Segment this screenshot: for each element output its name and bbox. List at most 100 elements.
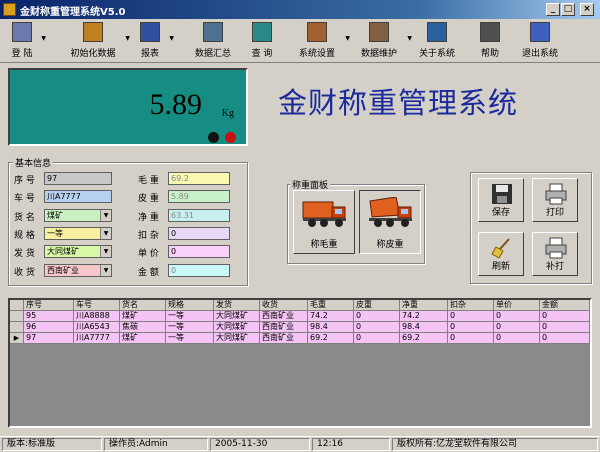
- column-header[interactable]: 发货: [214, 300, 260, 311]
- field-input[interactable]: 69.2: [168, 172, 230, 185]
- column-header[interactable]: 货名: [120, 300, 166, 311]
- column-header[interactable]: 扣杂: [448, 300, 494, 311]
- column-header[interactable]: 序号: [24, 300, 74, 311]
- table-cell[interactable]: 大同煤矿: [214, 311, 260, 322]
- field-select[interactable]: 西南矿业 ▼: [44, 264, 112, 277]
- print-button[interactable]: 打印: [532, 178, 578, 222]
- table-cell[interactable]: 大同煤矿: [214, 322, 260, 333]
- field-select[interactable]: 一等 ▼: [44, 227, 112, 240]
- table-cell[interactable]: 74.2: [400, 311, 448, 322]
- toolbar-button-settings[interactable]: 系统设置 ▼: [290, 21, 350, 61]
- toolbar-button-login[interactable]: 登 陆 ▼: [4, 21, 46, 61]
- chevron-down-icon[interactable]: ▼: [100, 246, 111, 257]
- floppy-disk-icon: [492, 184, 512, 204]
- toolbar-label: 帮助: [480, 49, 499, 59]
- table-cell[interactable]: 一等: [166, 333, 214, 344]
- chevron-down-icon[interactable]: ▼: [100, 228, 111, 239]
- column-header[interactable]: 单价: [494, 300, 540, 311]
- chevron-down-icon[interactable]: ▼: [100, 210, 111, 221]
- column-header[interactable]: 皮重: [354, 300, 400, 311]
- toolbar-button-query[interactable]: 查 询: [244, 21, 280, 61]
- table-cell[interactable]: 69.2: [400, 333, 448, 344]
- table-cell[interactable]: 0: [494, 311, 540, 322]
- column-header[interactable]: 收货: [260, 300, 308, 311]
- table-cell[interactable]: 西南矿业: [260, 311, 308, 322]
- table-cell[interactable]: 0: [448, 333, 494, 344]
- refresh-button[interactable]: 刷新: [478, 232, 524, 276]
- reprint-button[interactable]: 补打: [532, 232, 578, 276]
- table-row[interactable]: 95 川A8888 煤矿 一等 大同煤矿 西南矿业 74.2 0 74.2 0 0 0: [10, 311, 590, 322]
- table-cell[interactable]: 74.2: [308, 311, 354, 322]
- weigh-tare-label: 称皮重: [376, 240, 404, 250]
- table-cell[interactable]: 煤矿: [120, 333, 166, 344]
- field-value: 一等: [47, 229, 63, 238]
- field-select[interactable]: 大同煤矿 ▼: [44, 245, 112, 258]
- table-cell[interactable]: 0: [354, 333, 400, 344]
- field-input[interactable]: 0: [168, 264, 230, 277]
- table-cell[interactable]: 97: [24, 333, 74, 344]
- table-cell[interactable]: 0: [494, 322, 540, 333]
- records-grid[interactable]: 序号 车号 货名 规格 发货 收货 毛重 皮重 净重 扣杂 单价 金额 95 川A8888 煤矿 一等 大同煤矿…: [8, 298, 592, 428]
- table-cell[interactable]: 0: [540, 333, 590, 344]
- table-cell[interactable]: 煤矿: [120, 311, 166, 322]
- field-input[interactable]: 0: [168, 227, 230, 240]
- table-row[interactable]: ▶ 97 川A7777 煤矿 一等 大同煤矿 西南矿业 69.2 0 69.2 0 0 0: [10, 333, 590, 344]
- chevron-down-icon[interactable]: ▼: [169, 35, 174, 42]
- toolbar-button-init-data[interactable]: 初始化数据 ▼: [62, 21, 130, 61]
- chevron-down-icon[interactable]: ▼: [407, 35, 412, 42]
- column-header[interactable]: 毛重: [308, 300, 354, 311]
- field-input[interactable]: 0: [168, 245, 230, 258]
- field-value: 63.31: [171, 211, 194, 220]
- column-header[interactable]: 车号: [74, 300, 120, 311]
- table-cell[interactable]: 一等: [166, 322, 214, 333]
- table-cell[interactable]: 西南矿业: [260, 322, 308, 333]
- table-cell[interactable]: 0: [354, 311, 400, 322]
- table-cell[interactable]: 96: [24, 322, 74, 333]
- table-cell[interactable]: 一等: [166, 311, 214, 322]
- field-select[interactable]: 煤矿 ▼: [44, 209, 112, 222]
- table-cell[interactable]: 川A6543: [74, 322, 120, 333]
- chevron-down-icon[interactable]: ▼: [100, 265, 111, 276]
- chevron-down-icon[interactable]: ▼: [345, 35, 350, 42]
- field-input[interactable]: 63.31: [168, 209, 230, 222]
- table-cell[interactable]: 川A7777: [74, 333, 120, 344]
- table-cell[interactable]: 焦碳: [120, 322, 166, 333]
- toolbar-button-help[interactable]: 帮助: [472, 21, 508, 61]
- table-cell[interactable]: 0: [448, 311, 494, 322]
- table-row[interactable]: 96 川A6543 焦碳 一等 大同煤矿 西南矿业 98.4 0 98.4 0 0 0: [10, 322, 590, 333]
- minimize-button[interactable]: _: [546, 3, 560, 16]
- field-value: 煤矿: [47, 211, 63, 220]
- close-button[interactable]: ×: [580, 3, 594, 16]
- column-header[interactable]: 规格: [166, 300, 214, 311]
- toolbar-button-exit[interactable]: 退出系统: [518, 21, 562, 61]
- table-cell[interactable]: 川A8888: [74, 311, 120, 322]
- table-cell[interactable]: 0: [354, 322, 400, 333]
- toolbar-button-report[interactable]: 报表 ▼: [132, 21, 174, 61]
- table-cell[interactable]: 98.4: [400, 322, 448, 333]
- toolbar-button-about[interactable]: 关于系统: [414, 21, 460, 61]
- field-input[interactable]: 川A7777: [44, 190, 112, 203]
- table-cell[interactable]: 0: [494, 333, 540, 344]
- save-button[interactable]: 保存: [478, 178, 524, 222]
- table-cell[interactable]: 大同煤矿: [214, 333, 260, 344]
- chevron-down-icon[interactable]: ▼: [125, 35, 130, 42]
- row-indicator-header: [10, 300, 24, 311]
- weigh-gross-button[interactable]: 称毛重: [293, 190, 355, 254]
- maximize-button[interactable]: □: [561, 3, 575, 16]
- table-cell[interactable]: 69.2: [308, 333, 354, 344]
- weigh-tare-button[interactable]: 称皮重: [359, 190, 421, 254]
- table-cell[interactable]: 0: [448, 322, 494, 333]
- toolbar-button-maintain[interactable]: 数据维护 ▼: [352, 21, 412, 61]
- toolbar-button-summary[interactable]: 数据汇总: [188, 21, 238, 61]
- column-header[interactable]: 净重: [400, 300, 448, 311]
- table-cell[interactable]: 西南矿业: [260, 333, 308, 344]
- table-cell[interactable]: 0: [540, 322, 590, 333]
- field-value: 0: [171, 229, 177, 238]
- column-header[interactable]: 金额: [540, 300, 590, 311]
- table-cell[interactable]: 98.4: [308, 322, 354, 333]
- field-input[interactable]: 5.89: [168, 190, 230, 203]
- table-cell[interactable]: 0: [540, 311, 590, 322]
- field-input[interactable]: 97: [44, 172, 112, 185]
- table-cell[interactable]: 95: [24, 311, 74, 322]
- chevron-down-icon[interactable]: ▼: [41, 35, 46, 42]
